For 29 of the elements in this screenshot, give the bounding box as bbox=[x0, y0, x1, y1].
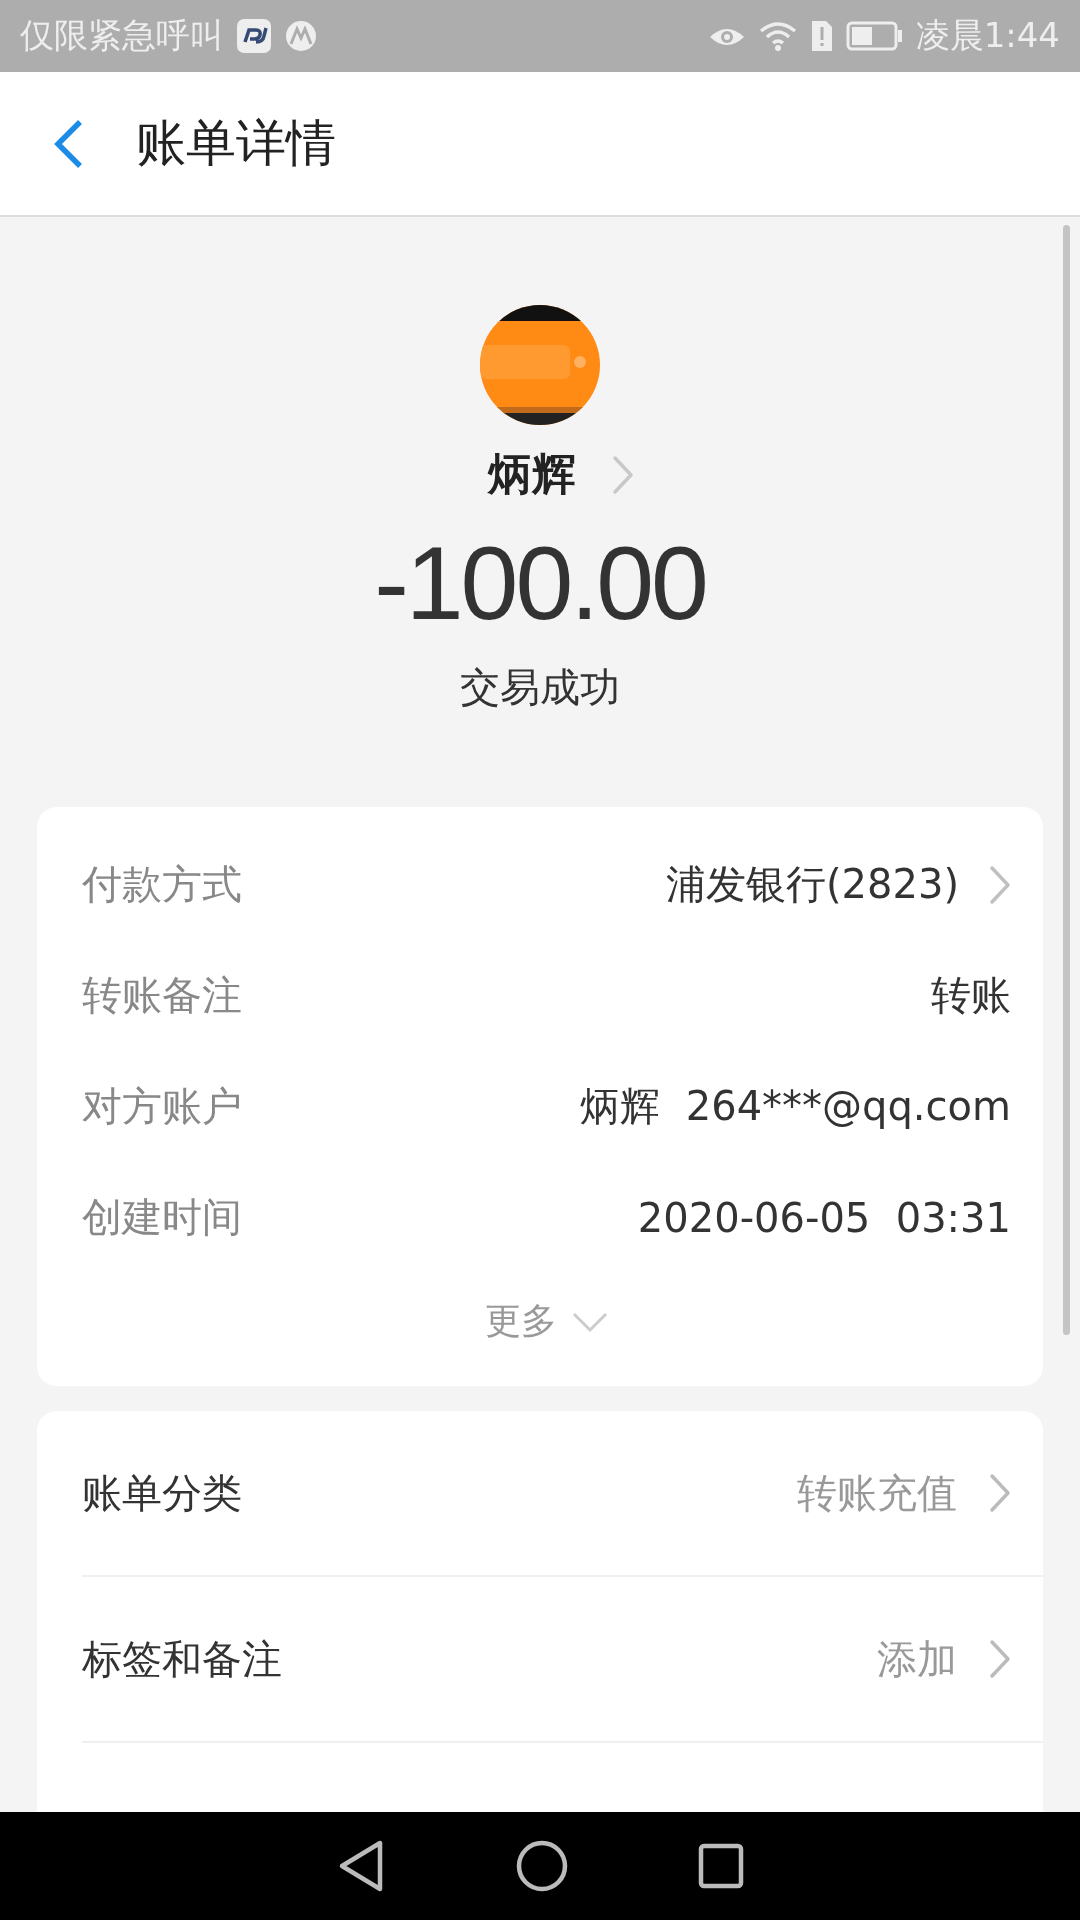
clock-text: 凌晨1:44 bbox=[915, 14, 1060, 57]
field-label: 付款方式 bbox=[82, 860, 242, 910]
field-value: 2020-06-05 03:31 bbox=[637, 1194, 1011, 1241]
list-item[interactable]: 账单分类 转账充值 bbox=[82, 1411, 1043, 1578]
field-value: 炳辉 264***@qq.com bbox=[580, 1082, 1011, 1132]
chevron-icon bbox=[612, 454, 634, 495]
payment-method-link[interactable]: 浦发银行(2823) bbox=[666, 857, 1011, 913]
page-title: 账单详情 bbox=[136, 113, 336, 174]
sim-card-icon bbox=[809, 19, 834, 53]
amount-text: -100.00 bbox=[374, 526, 706, 641]
field-value: 转账 bbox=[931, 971, 1011, 1021]
chevron-icon bbox=[989, 864, 1011, 905]
status-text: 交易成功 bbox=[460, 663, 620, 713]
chevron-icon bbox=[989, 1639, 1011, 1680]
logo-icon bbox=[284, 19, 318, 53]
chevron-down-icon bbox=[570, 1310, 609, 1333]
field-label: 对方账户 bbox=[82, 1082, 242, 1132]
status-text: 仅限紧急呼叫 bbox=[20, 14, 224, 57]
payee-name-link[interactable]: 炳辉 bbox=[446, 445, 634, 504]
scrollbar[interactable] bbox=[1063, 225, 1070, 1335]
field-label: 转账备注 bbox=[82, 971, 242, 1021]
home-nav-button[interactable] bbox=[516, 1840, 568, 1892]
app-notification-icon bbox=[236, 18, 272, 54]
battery-icon bbox=[845, 21, 904, 51]
field-label: 创建时间 bbox=[82, 1193, 242, 1243]
list-item[interactable]: 标签和备注 添加 bbox=[82, 1577, 1043, 1744]
wifi-icon bbox=[757, 20, 798, 52]
chevron-icon bbox=[989, 1473, 1011, 1514]
recents-nav-button[interactable] bbox=[698, 1843, 744, 1889]
